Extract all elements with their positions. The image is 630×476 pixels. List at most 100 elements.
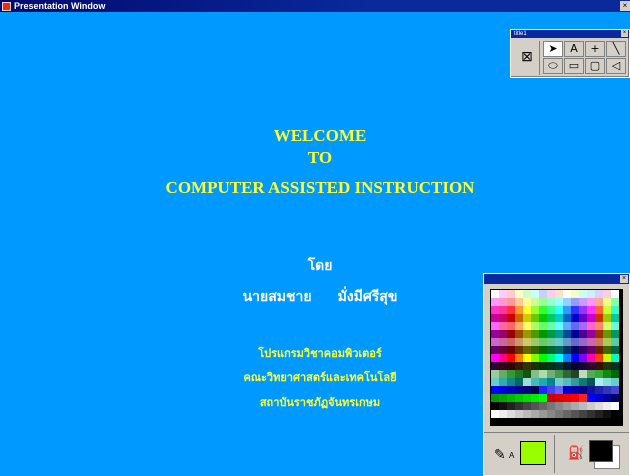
tools-palette[interactable]: title1 × ⊠ ➤ A + ╲ ⬭ ▭ ▢ ◁: [510, 29, 630, 78]
color-swatch[interactable]: [491, 290, 499, 298]
color-swatch[interactable]: [611, 378, 619, 386]
color-swatch[interactable]: [603, 306, 611, 314]
color-swatch[interactable]: [491, 306, 499, 314]
color-swatch[interactable]: [555, 290, 563, 298]
color-swatch[interactable]: [515, 338, 523, 346]
color-swatch[interactable]: [547, 290, 555, 298]
color-swatch[interactable]: [555, 306, 563, 314]
color-swatch[interactable]: [491, 298, 499, 306]
color-swatch[interactable]: [539, 386, 547, 394]
color-swatch[interactable]: [539, 370, 547, 378]
color-swatch[interactable]: [531, 378, 539, 386]
color-swatch[interactable]: [491, 386, 499, 394]
color-swatch[interactable]: [507, 362, 515, 370]
color-swatch[interactable]: [571, 290, 579, 298]
color-swatch[interactable]: [531, 346, 539, 354]
color-swatch[interactable]: [579, 370, 587, 378]
color-swatch[interactable]: [499, 370, 507, 378]
color-swatch[interactable]: [595, 402, 603, 410]
color-swatch[interactable]: [595, 298, 603, 306]
color-swatch[interactable]: [531, 386, 539, 394]
color-swatch[interactable]: [555, 402, 563, 410]
color-swatch[interactable]: [563, 370, 571, 378]
color-swatch[interactable]: [611, 370, 619, 378]
tools-palette-close-button[interactable]: ×: [621, 30, 628, 37]
color-swatch[interactable]: [579, 314, 587, 322]
color-swatch[interactable]: [491, 362, 499, 370]
color-swatch[interactable]: [523, 394, 531, 402]
color-swatch[interactable]: [539, 354, 547, 362]
color-swatch[interactable]: [571, 322, 579, 330]
color-swatch[interactable]: [531, 362, 539, 370]
color-swatch[interactable]: [507, 386, 515, 394]
color-swatch[interactable]: [523, 402, 531, 410]
color-swatch[interactable]: [579, 338, 587, 346]
color-swatch[interactable]: [507, 410, 515, 418]
color-swatch[interactable]: [507, 298, 515, 306]
color-swatch[interactable]: [563, 290, 571, 298]
color-swatch[interactable]: [611, 394, 619, 402]
color-swatch[interactable]: [547, 322, 555, 330]
color-swatch[interactable]: [539, 330, 547, 338]
color-swatch[interactable]: [547, 386, 555, 394]
color-swatch[interactable]: [523, 322, 531, 330]
color-swatch[interactable]: [579, 290, 587, 298]
color-swatch[interactable]: [523, 346, 531, 354]
color-swatch[interactable]: [563, 394, 571, 402]
color-swatch[interactable]: [547, 362, 555, 370]
color-swatch[interactable]: [611, 346, 619, 354]
color-swatch[interactable]: [571, 410, 579, 418]
color-swatch[interactable]: [531, 298, 539, 306]
color-swatch[interactable]: [595, 338, 603, 346]
color-swatch[interactable]: [595, 330, 603, 338]
color-swatch[interactable]: [611, 330, 619, 338]
tools-palette-titlebar[interactable]: title1 ×: [511, 30, 629, 38]
color-swatch[interactable]: [515, 378, 523, 386]
color-swatch[interactable]: [491, 354, 499, 362]
color-swatch[interactable]: [531, 394, 539, 402]
color-swatch[interactable]: [571, 370, 579, 378]
color-swatch[interactable]: [571, 402, 579, 410]
color-swatch[interactable]: [515, 402, 523, 410]
color-swatch[interactable]: [499, 322, 507, 330]
color-swatch[interactable]: [547, 370, 555, 378]
color-swatch[interactable]: [587, 298, 595, 306]
color-swatch[interactable]: [539, 394, 547, 402]
color-swatch[interactable]: [595, 370, 603, 378]
color-swatch[interactable]: [595, 322, 603, 330]
color-swatch[interactable]: [563, 338, 571, 346]
color-swatch[interactable]: [603, 314, 611, 322]
color-swatch[interactable]: [499, 362, 507, 370]
color-swatch[interactable]: [523, 338, 531, 346]
color-swatch[interactable]: [515, 298, 523, 306]
color-swatch[interactable]: [587, 386, 595, 394]
color-swatch[interactable]: [579, 330, 587, 338]
color-swatch[interactable]: [603, 386, 611, 394]
color-swatch[interactable]: [579, 378, 587, 386]
color-swatch[interactable]: [547, 410, 555, 418]
color-swatch[interactable]: [547, 338, 555, 346]
color-swatch[interactable]: [611, 362, 619, 370]
color-swatch[interactable]: [515, 290, 523, 298]
color-swatch[interactable]: [531, 402, 539, 410]
color-swatch[interactable]: [539, 346, 547, 354]
color-swatch[interactable]: [571, 354, 579, 362]
color-swatch[interactable]: [491, 410, 499, 418]
color-swatch[interactable]: [555, 362, 563, 370]
color-swatch[interactable]: [555, 330, 563, 338]
color-swatch[interactable]: [491, 314, 499, 322]
color-swatch[interactable]: [499, 338, 507, 346]
color-swatch[interactable]: [531, 290, 539, 298]
color-swatch[interactable]: [579, 402, 587, 410]
color-swatch[interactable]: [499, 298, 507, 306]
color-palette-titlebar[interactable]: ×: [484, 274, 629, 284]
color-swatch[interactable]: [603, 402, 611, 410]
color-swatch[interactable]: [579, 386, 587, 394]
color-swatch[interactable]: [571, 314, 579, 322]
rounded-rectangle-icon[interactable]: ▢: [585, 58, 605, 74]
color-swatch[interactable]: [571, 386, 579, 394]
fill-foreground-swatch[interactable]: [589, 440, 613, 462]
color-swatch[interactable]: [531, 354, 539, 362]
color-swatch[interactable]: [499, 402, 507, 410]
color-swatch[interactable]: [571, 362, 579, 370]
